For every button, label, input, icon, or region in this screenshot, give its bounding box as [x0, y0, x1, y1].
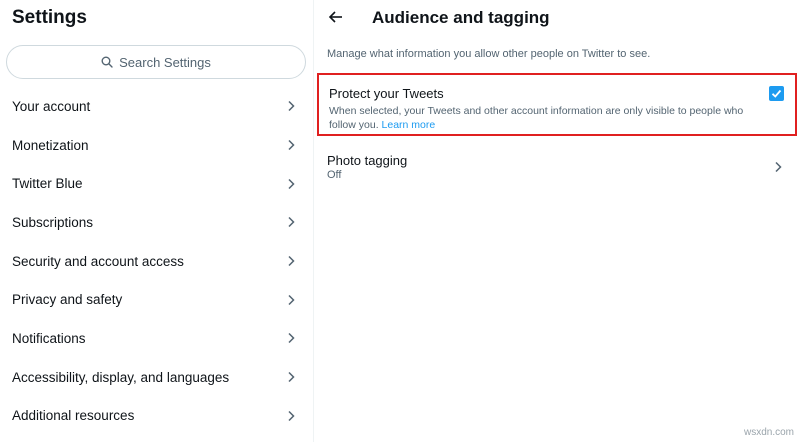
watermark: wsxdn.com	[743, 427, 794, 438]
checkmark-icon	[771, 89, 782, 98]
search-input[interactable]: Search Settings	[6, 45, 306, 79]
chevron-right-icon	[288, 178, 295, 189]
sidebar-item-accessibility[interactable]: Accessibility, display, and languages	[0, 358, 313, 397]
sidebar-item-label: Notifications	[12, 330, 86, 346]
sidebar-item-monetization[interactable]: Monetization	[0, 126, 313, 165]
settings-sidebar: Settings Search Settings Your account Mo…	[0, 0, 314, 442]
protect-tweets-checkbox[interactable]	[769, 86, 784, 101]
sidebar-item-subscriptions[interactable]: Subscriptions	[0, 203, 313, 242]
sidebar-item-your-account[interactable]: Your account	[0, 87, 313, 126]
sidebar-item-privacy[interactable]: Privacy and safety	[0, 280, 313, 319]
search-placeholder: Search Settings	[119, 54, 211, 70]
sidebar-item-label: Your account	[12, 98, 91, 114]
detail-panel: Audience and tagging Manage what informa…	[315, 0, 800, 442]
chevron-right-icon	[288, 101, 295, 112]
sidebar-item-twitter-blue[interactable]: Twitter Blue	[0, 164, 313, 203]
photo-tagging-setting[interactable]: Photo tagging Off	[315, 145, 800, 187]
chevron-right-icon	[775, 161, 782, 173]
photo-tagging-value: Off	[327, 169, 342, 181]
sidebar-item-security[interactable]: Security and account access	[0, 242, 313, 281]
chevron-right-icon	[288, 372, 295, 383]
sidebar-item-label: Monetization	[12, 137, 89, 153]
protect-tweets-description: When selected, your Tweets and other acc…	[329, 104, 759, 132]
sidebar-item-notifications[interactable]: Notifications	[0, 319, 313, 358]
chevron-right-icon	[288, 140, 295, 151]
sidebar-item-label: Accessibility, display, and languages	[12, 369, 230, 385]
protect-tweets-title: Protect your Tweets	[329, 86, 444, 101]
settings-nav: Your account Monetization Twitter Blue S…	[0, 87, 313, 435]
chevron-right-icon	[288, 294, 295, 305]
photo-tagging-title: Photo tagging	[327, 153, 408, 168]
chevron-right-icon	[288, 410, 295, 421]
sidebar-item-label: Subscriptions	[12, 214, 94, 230]
chevron-right-icon	[288, 256, 295, 267]
chevron-right-icon	[288, 333, 295, 344]
back-arrow-icon[interactable]	[328, 9, 344, 25]
sidebar-item-label: Twitter Blue	[12, 176, 83, 192]
page-title: Audience and tagging	[372, 8, 550, 27]
protect-tweets-setting[interactable]: Protect your Tweets When selected, your …	[317, 73, 797, 136]
chevron-right-icon	[288, 217, 295, 228]
search-icon	[101, 56, 113, 68]
sidebar-item-label: Additional resources	[12, 408, 135, 424]
settings-title: Settings	[12, 7, 87, 28]
learn-more-link[interactable]: Learn more	[382, 119, 436, 131]
page-description: Manage what information you allow other …	[327, 48, 651, 60]
sidebar-item-additional-resources[interactable]: Additional resources	[0, 397, 313, 436]
sidebar-item-label: Privacy and safety	[12, 292, 123, 308]
sidebar-item-label: Security and account access	[12, 253, 184, 269]
